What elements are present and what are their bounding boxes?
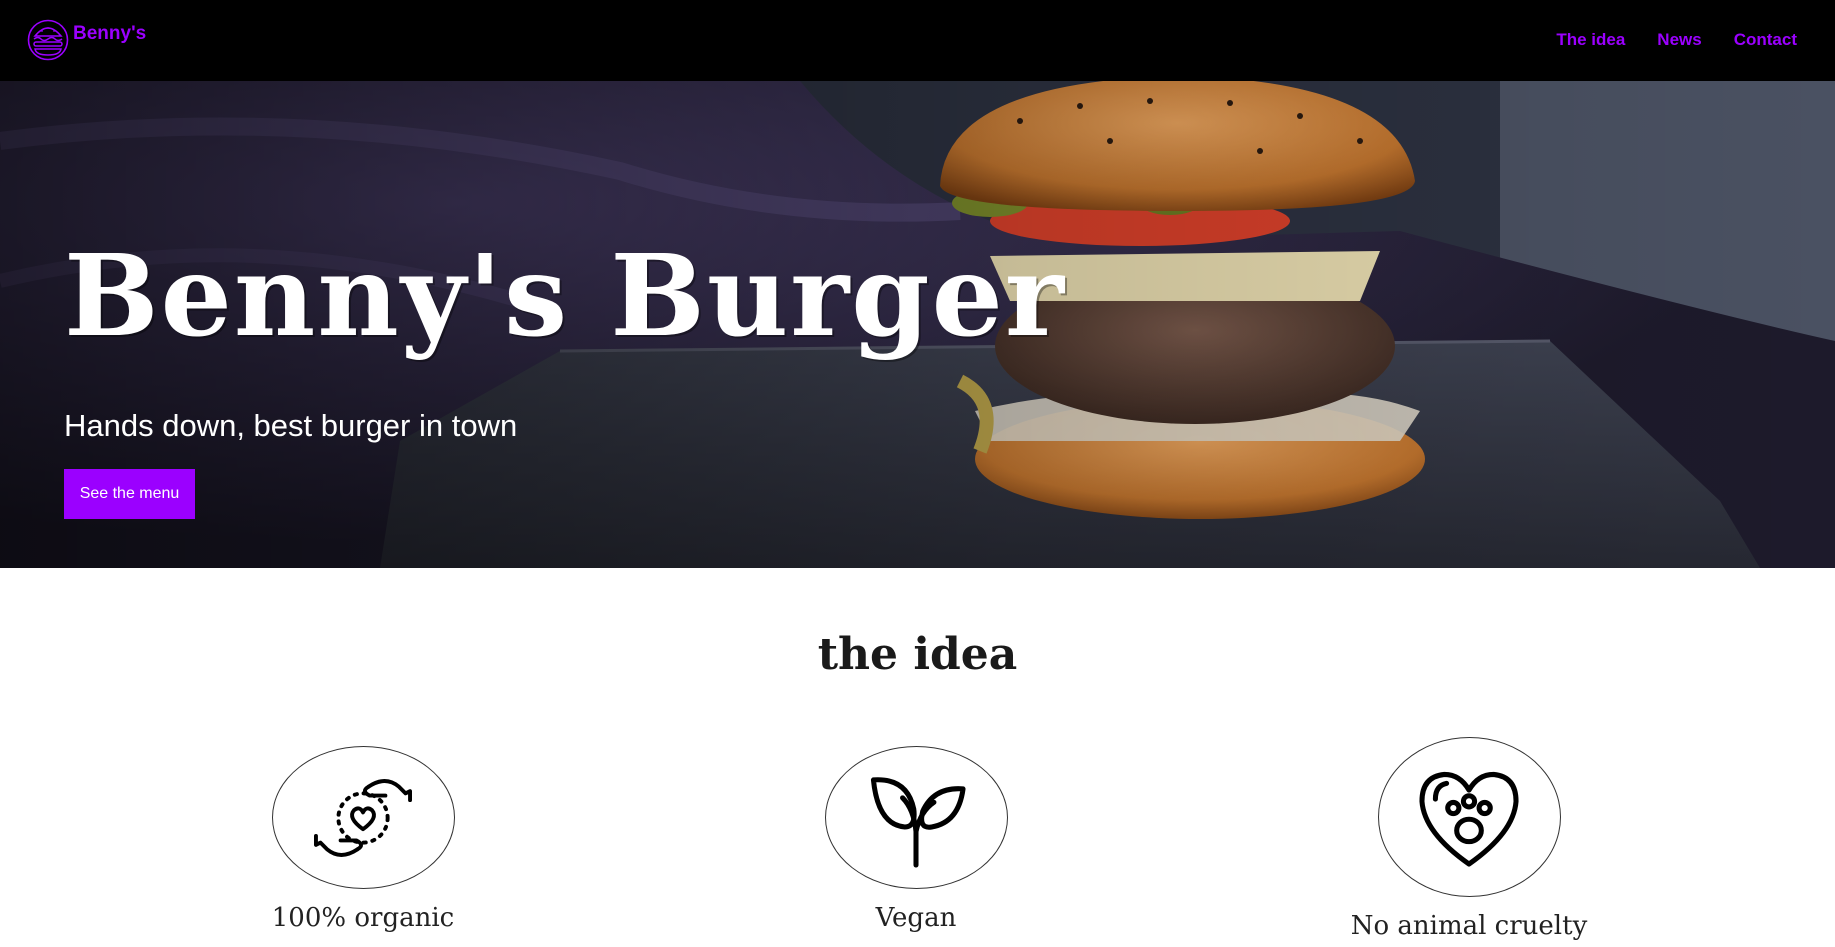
feature-organic: 100% organic — [233, 746, 493, 933]
brand-name: Benny's — [73, 23, 147, 44]
burger-logo-icon — [27, 19, 69, 61]
feature-label-cruelty-free: No animal cruelty — [1350, 911, 1588, 941]
feature-cruelty-free: No animal cruelty — [1339, 737, 1599, 941]
feature-icon-circle — [824, 746, 1008, 889]
feature-vegan: Vegan — [786, 746, 1046, 933]
nav-menu: The idea News Contact — [1524, 29, 1797, 51]
feature-icon-circle — [1377, 737, 1561, 897]
heart-paw-icon — [1419, 771, 1519, 867]
nav-link-the-idea[interactable]: The idea — [1556, 29, 1625, 51]
hero-subtitle: Hands down, best burger in town — [64, 408, 518, 443]
hero-section: Benny's Burger Hands down, best burger i… — [0, 81, 1835, 568]
sprout-leaf-icon — [870, 776, 966, 868]
hero-title: Benny's Burger — [64, 231, 1066, 362]
top-navbar: Benny's The idea News Contact — [0, 0, 1835, 81]
feature-label-vegan: Vegan — [875, 903, 957, 933]
see-menu-button[interactable]: See the menu — [64, 469, 195, 519]
feature-icon-circle — [271, 746, 455, 889]
hands-heart-icon — [314, 778, 412, 857]
feature-label-organic: 100% organic — [271, 903, 455, 933]
nav-link-news[interactable]: News — [1657, 29, 1701, 51]
brand-link[interactable]: Benny's — [27, 18, 146, 62]
idea-section-title: the idea — [817, 629, 1018, 680]
nav-link-contact[interactable]: Contact — [1734, 29, 1797, 51]
